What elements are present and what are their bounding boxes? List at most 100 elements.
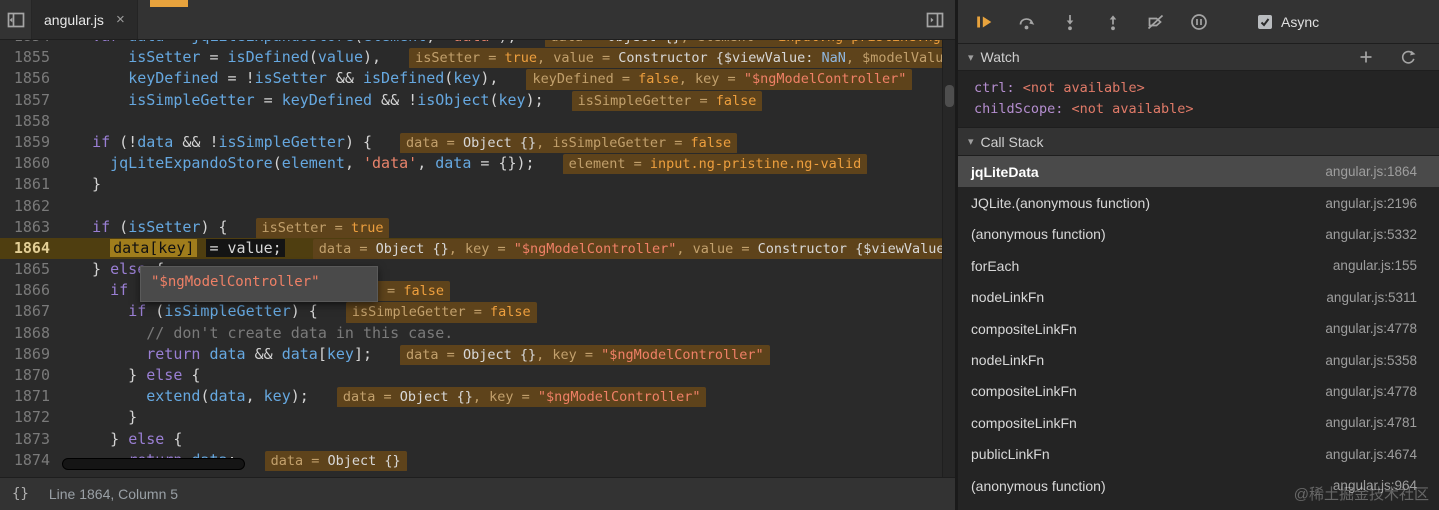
code-line: 1871 extend(data, key); data = Object {},… — [0, 386, 955, 408]
step-into-button[interactable] — [1060, 12, 1080, 32]
step-into-icon — [1066, 14, 1074, 30]
deactivate-breakpoints-button[interactable] — [1146, 12, 1166, 32]
code-text: var data = jqLiteExpandoStore(element, '… — [64, 40, 955, 48]
callstack-frame[interactable]: (anonymous function) angular.js:964 — [958, 470, 1439, 501]
step-out-icon — [1109, 14, 1117, 30]
line-number[interactable]: 1871 — [0, 386, 64, 407]
inline-eval: data = Object {}, key = "$ngModelControl… — [336, 387, 707, 408]
code-line: 1870 } else { — [0, 365, 955, 386]
line-number[interactable]: 1854 — [0, 40, 64, 47]
inline-eval: data = Object {}, element = input.ng-pri… — [544, 40, 955, 48]
inline-eval: isSetter = true, value = Constructor {$v… — [409, 48, 955, 69]
pause-on-exceptions-button[interactable] — [1189, 12, 1209, 32]
vertical-scrollbar-thumb[interactable] — [945, 85, 954, 107]
code-text: } else { — [74, 429, 183, 448]
line-number[interactable]: 1857 — [0, 90, 64, 111]
code-text: if (isSetter) {isSetter = true — [64, 217, 955, 238]
code-line: 1855 isSetter = isDefined(value), isSette… — [0, 47, 955, 69]
callstack-frame[interactable]: compositeLinkFn angular.js:4781 — [958, 407, 1439, 438]
step-over-icon — [1019, 17, 1035, 29]
line-number[interactable]: 1862 — [0, 196, 64, 217]
tab-angular-js[interactable]: angular.js × — [32, 0, 138, 39]
line-number[interactable]: 1865 — [0, 259, 64, 280]
disclosure-triangle-icon[interactable]: ▾ — [968, 135, 974, 148]
tab-title: angular.js — [44, 11, 104, 28]
callstack-frame[interactable]: JQLite.(anonymous function) angular.js:21… — [958, 187, 1439, 218]
line-number[interactable]: 1863 — [0, 217, 64, 238]
callstack-section-header[interactable]: ▾ Call Stack — [958, 127, 1439, 156]
plus-icon — [1360, 51, 1372, 63]
horizontal-scrollbar-thumb[interactable] — [62, 458, 245, 470]
line-number[interactable]: 1868 — [0, 323, 64, 344]
code-text: // don't create data in this case. — [146, 323, 454, 342]
devtools-sources-panel: angular.js × 1854 var data = jqLiteExpan… — [0, 0, 1439, 510]
watch-section-header[interactable]: ▾ Watch — [958, 44, 1439, 71]
add-watch-button[interactable] — [1357, 48, 1375, 66]
refresh-icon — [1401, 50, 1415, 64]
code-line: 1858 — [0, 111, 955, 132]
toggle-sidebar-button[interactable] — [925, 10, 945, 30]
inline-eval: isSimpleGetter = false — [345, 302, 537, 323]
step-out-button[interactable] — [1103, 12, 1123, 32]
refresh-watch-button[interactable] — [1399, 48, 1417, 66]
watch-item[interactable]: childScope: <not available> — [974, 99, 1439, 120]
file-tab-bar: angular.js × — [0, 0, 955, 40]
toggle-navigator-button[interactable] — [0, 0, 32, 39]
async-checkbox[interactable] — [1258, 14, 1272, 29]
debugger-sidebar: Async ▾ Watch ctrl: <not available> chil… — [958, 0, 1439, 510]
line-number[interactable]: 1874 — [0, 450, 64, 471]
line-number[interactable]: 1856 — [0, 68, 64, 89]
line-number[interactable]: 1867 — [0, 301, 64, 322]
line-number[interactable]: 1861 — [0, 174, 64, 195]
line-number[interactable]: 1864 — [0, 238, 64, 259]
code-editor[interactable]: 1854 var data = jqLiteExpandoStore(eleme… — [0, 40, 955, 477]
close-tab-icon[interactable]: × — [116, 11, 125, 28]
callstack-frame[interactable]: nodeLinkFn angular.js:5311 — [958, 282, 1439, 313]
code-line: 1856 keyDefined = !isSetter && isDefined… — [0, 68, 955, 90]
step-over-button[interactable] — [1017, 12, 1037, 32]
line-number[interactable]: 1873 — [0, 429, 64, 450]
line-number[interactable]: 1858 — [0, 111, 64, 132]
inline-eval: data = Object {} — [264, 450, 407, 471]
disclosure-triangle-icon[interactable]: ▾ — [968, 51, 974, 64]
callstack-frame[interactable]: compositeLinkFn angular.js:4778 — [958, 376, 1439, 407]
code-text: jqLiteExpandoStore(element, 'data', data… — [64, 153, 955, 175]
code-text: isSetter = isDefined(value), isSetter = t… — [64, 47, 955, 69]
orange-artifact — [150, 0, 188, 7]
code-text: if (isSimpleGetter) {isSimpleGetter = fa… — [64, 301, 955, 323]
inline-eval: element = input.ng-pristine.ng-valid — [562, 154, 868, 175]
code-text: if (!data && !isSimpleGetter) {data = Ob… — [64, 132, 955, 154]
line-number[interactable]: 1859 — [0, 132, 64, 153]
line-number[interactable]: 1855 — [0, 47, 64, 68]
debugger-toolbar: Async — [958, 0, 1439, 44]
code-text: } — [74, 175, 102, 194]
code-line: 1868 // don't create data in this case. — [0, 323, 955, 344]
code-line: 1859 if (!data && !isSimpleGetter) {data… — [0, 132, 955, 154]
async-toggle[interactable]: Async — [1258, 14, 1319, 30]
code-line: 1854 var data = jqLiteExpandoStore(eleme… — [0, 40, 955, 48]
callstack-frame[interactable]: (anonymous function) angular.js:5332 — [958, 219, 1439, 250]
callstack-frame[interactable]: forEach angular.js:155 — [958, 250, 1439, 281]
code-line: 1864 data[key] = value; data = Object {},… — [0, 237, 955, 260]
resume-button[interactable] — [974, 12, 994, 32]
pretty-print-icon[interactable]: {} — [12, 486, 29, 502]
vertical-scrollbar[interactable] — [942, 40, 955, 477]
line-number[interactable]: 1872 — [0, 407, 64, 428]
line-number[interactable]: 1866 — [0, 280, 64, 301]
line-number[interactable]: 1860 — [0, 153, 64, 174]
code-line: 1860 jqLiteExpandoStore(element, 'data',… — [0, 153, 955, 175]
inline-eval: data = Object {}, isSimpleGetter = false — [400, 132, 738, 154]
inline-eval: keyDefined = false, key = "$ngModelContr… — [526, 69, 913, 90]
callstack-frame[interactable]: nodeLinkFn angular.js:5358 — [958, 344, 1439, 375]
callstack-list: jqLiteData angular.js:1864 JQLite.(anonymo… — [958, 156, 1439, 510]
line-number[interactable]: 1870 — [0, 365, 64, 386]
resume-icon — [977, 16, 992, 27]
watch-item[interactable]: ctrl: <not available> — [974, 78, 1439, 99]
callstack-frame[interactable]: compositeLinkFn angular.js:4778 — [958, 313, 1439, 344]
callstack-frame[interactable]: publicLinkFn angular.js:4674 — [958, 439, 1439, 470]
line-number[interactable]: 1869 — [0, 344, 64, 365]
pause-on-exceptions-icon — [1191, 13, 1207, 30]
callstack-frame[interactable]: jqLiteData angular.js:1864 — [958, 156, 1439, 188]
code-line: 1869 return data && data[key]; data = Obj… — [0, 344, 955, 365]
inline-eval: isSimpleGetter = false — [571, 90, 763, 111]
